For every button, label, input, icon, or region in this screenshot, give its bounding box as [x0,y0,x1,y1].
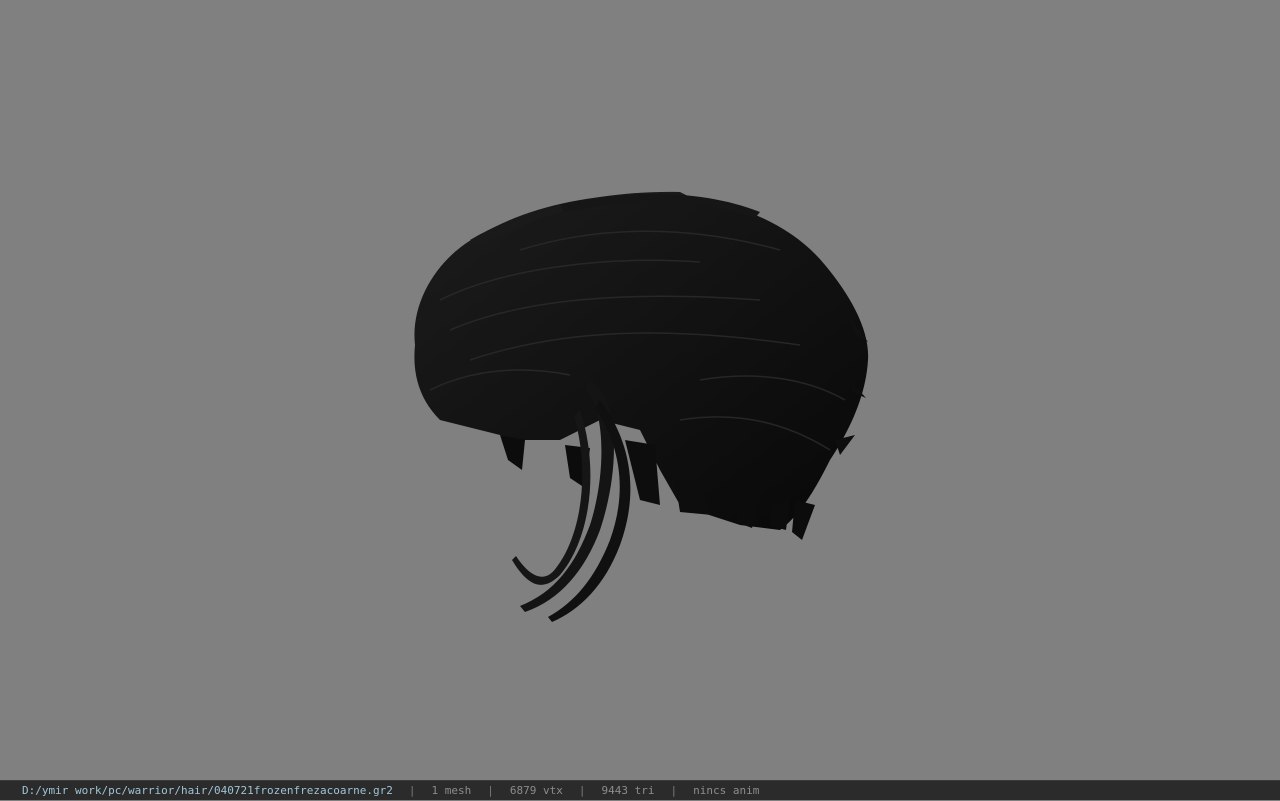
separator: | [408,783,416,797]
triangle-count: 9443 tri [601,783,655,797]
file-path: D:/ymir work/pc/warrior/hair/040721froze… [22,783,393,797]
hair-mesh-icon [414,191,869,622]
vertex-count: 6879 vtx [509,783,563,797]
separator: | [487,783,494,797]
animation-status: nincs anim [693,783,760,797]
separator: | [578,783,586,797]
status-bar: D:/ymir work/pc/warrior/hair/040721froze… [0,780,1280,800]
separator: | [670,783,678,797]
model-viewport[interactable] [0,0,1280,780]
mesh-count: 1 mesh [431,783,472,797]
